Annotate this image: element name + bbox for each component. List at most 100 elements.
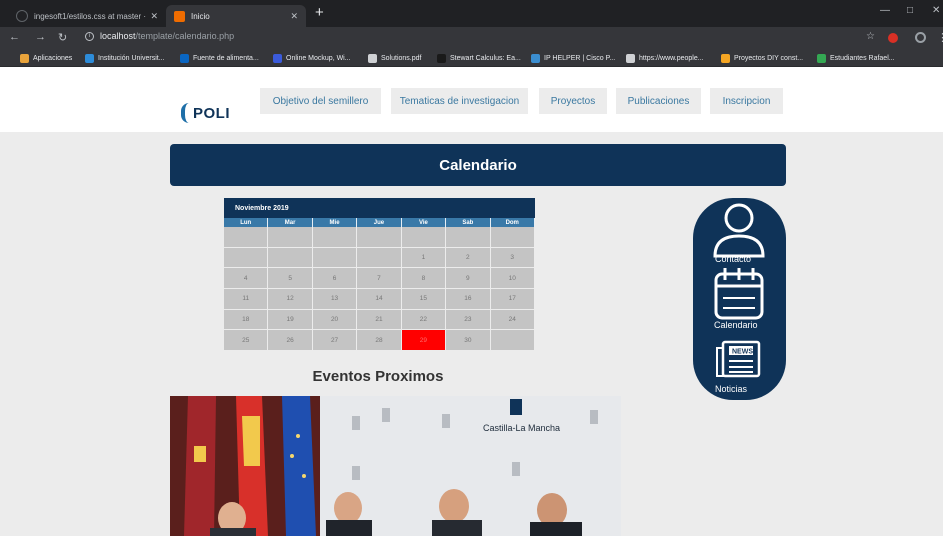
- bookmark-star-icon[interactable]: ☆: [866, 31, 875, 42]
- calendar-day-cell[interactable]: 4: [224, 268, 269, 290]
- nav-label: Objetivo del semillero: [272, 95, 369, 107]
- tab-title: ingesoft1/estilos.css at master ·: [34, 11, 147, 21]
- forward-arrow-icon[interactable]: →: [35, 31, 46, 43]
- bookmark-label: https://www.people...: [639, 54, 704, 62]
- nav-label: Tematicas de investigacion: [399, 95, 520, 107]
- events-section-title: Eventos Proximos: [312, 368, 444, 385]
- bookmark-label: Solutions.pdf: [381, 54, 422, 62]
- calendar-day-cell[interactable]: 10: [490, 268, 535, 290]
- calendar-day-cell[interactable]: 28: [357, 330, 402, 352]
- maximize-icon[interactable]: □: [907, 5, 913, 16]
- bookmark-item[interactable]: Online Mockup, Wi...: [273, 52, 351, 64]
- bookmark-label: Estudiantes Rafael...: [830, 54, 895, 62]
- mockup-icon: [273, 53, 282, 63]
- new-tab-plus-icon[interactable]: +: [315, 4, 324, 21]
- bookmark-item[interactable]: Estudiantes Rafael...: [817, 52, 895, 64]
- profile-avatar-icon[interactable]: [915, 32, 926, 43]
- bookmark-item[interactable]: https://www.people...: [626, 52, 704, 64]
- calendar-weekday: Mar: [268, 218, 313, 227]
- bookmark-item[interactable]: Stewart Calculus: Ea...: [437, 52, 521, 64]
- site-info-icon[interactable]: i: [85, 31, 94, 41]
- calendar-day-cell[interactable]: 9: [446, 268, 491, 290]
- close-icon[interactable]: ✕: [150, 11, 158, 22]
- calendar-day-cell[interactable]: 15: [401, 289, 447, 310]
- menu-kebab-icon[interactable]: ⋮: [937, 31, 943, 44]
- calendar-empty-cell: [268, 227, 313, 248]
- calendar-day-cell[interactable]: 14: [357, 289, 402, 310]
- scribd-icon: [437, 53, 446, 63]
- side-label-contacto: Contacto: [715, 254, 752, 264]
- calendar-day-cell[interactable]: 3: [490, 247, 535, 269]
- globe-icon: [85, 53, 94, 63]
- browser-tab-inicio[interactable]: Inicio ✕: [166, 5, 306, 27]
- extension-icon[interactable]: [888, 33, 898, 43]
- calendar-empty-cell: [312, 227, 358, 248]
- drive-icon: [817, 53, 826, 63]
- event-photo-illustration: Castilla-La Mancha: [170, 396, 621, 536]
- calendar-day-cell[interactable]: 16: [446, 289, 491, 310]
- bookmark-item[interactable]: Institución Universit...: [85, 52, 165, 64]
- window-close-icon[interactable]: ✕: [932, 5, 940, 16]
- calendar-weekday: Jue: [357, 218, 402, 227]
- calendar-day-cell[interactable]: 5: [268, 268, 313, 290]
- calendar-day-cell[interactable]: 27: [312, 330, 358, 352]
- poli-logo[interactable]: POLI: [181, 103, 230, 123]
- calendar-day-highlighted[interactable]: 29: [401, 330, 447, 352]
- calendar-day-cell[interactable]: 26: [268, 330, 313, 352]
- side-menu-contacto[interactable]: Contacto: [693, 198, 786, 268]
- close-icon[interactable]: ✕: [290, 11, 298, 22]
- nav-proyectos[interactable]: Proyectos: [539, 88, 607, 114]
- bookmark-item[interactable]: Solutions.pdf: [368, 52, 421, 64]
- calendar-day-cell[interactable]: 18: [224, 309, 269, 331]
- url-path: /template/calendario.php: [135, 31, 235, 41]
- calendar-day-cell[interactable]: 17: [490, 289, 535, 310]
- side-menu-calendario[interactable]: Calendario: [693, 264, 786, 332]
- back-arrow-icon[interactable]: ←: [9, 31, 20, 43]
- browser-tab-github[interactable]: ingesoft1/estilos.css at master · ✕: [8, 5, 166, 27]
- calendar-empty-cell: [312, 247, 358, 269]
- side-menu-noticias[interactable]: NEWS Noticias: [693, 338, 786, 400]
- calendar-day-cell[interactable]: 12: [268, 289, 313, 310]
- user-icon: [713, 203, 765, 258]
- bookmark-item[interactable]: Proyectos DIY const...: [721, 52, 803, 64]
- minimize-icon[interactable]: —: [880, 5, 890, 16]
- reload-icon[interactable]: ↻: [58, 31, 67, 44]
- calendar-day-cell[interactable]: 1: [401, 247, 447, 269]
- calendar-weekday: Lun: [224, 218, 269, 227]
- calendar-day-cell[interactable]: 30: [446, 330, 491, 352]
- calendar-empty-cell: [490, 227, 535, 248]
- bookmark-item[interactable]: IP HELPER | Cisco P...: [531, 52, 615, 64]
- calendar-day-cell[interactable]: 20: [312, 309, 358, 331]
- calendar-empty-cell: [224, 227, 269, 248]
- logo-text: POLI: [193, 104, 231, 122]
- calendar-day-cell[interactable]: 11: [224, 289, 269, 310]
- news-icon-text: NEWS: [732, 349, 753, 356]
- nav-objetivo[interactable]: Objetivo del semillero: [260, 88, 381, 114]
- event-photo[interactable]: Castilla-La Mancha: [170, 396, 621, 536]
- address-bar[interactable]: i localhost/template/calendario.php: [85, 31, 234, 41]
- calendar-empty-cell: [446, 227, 491, 248]
- calendar-day-cell[interactable]: 13: [312, 289, 358, 310]
- calendar-day-cell[interactable]: 2: [446, 247, 491, 269]
- calendar-day-cell[interactable]: 19: [268, 309, 313, 331]
- calendar-day-cell[interactable]: 8: [401, 268, 447, 290]
- browser-toolbar: ← → ↻ i localhost/template/calendario.ph…: [0, 27, 943, 49]
- calendar-month-label: Noviembre 2019: [235, 204, 289, 212]
- calendar-day-cell[interactable]: 22: [401, 309, 447, 331]
- nav-inscripcion[interactable]: Inscripcion: [710, 88, 783, 114]
- calendar-day-cell[interactable]: 24: [490, 309, 535, 331]
- newspaper-icon: NEWS: [716, 340, 761, 378]
- calendar-empty-cell: [357, 227, 402, 248]
- github-icon: [368, 53, 377, 63]
- calendar-day-cell[interactable]: 6: [312, 268, 358, 290]
- calendar-day-cell[interactable]: 25: [224, 330, 269, 352]
- nav-tematicas[interactable]: Tematicas de investigacion: [391, 88, 528, 114]
- calendar-day-cell[interactable]: 21: [357, 309, 402, 331]
- calendar-day-cell[interactable]: 7: [357, 268, 402, 290]
- bookmark-item[interactable]: Fuente de alimenta...: [180, 52, 259, 64]
- nav-publicaciones[interactable]: Publicaciones: [616, 88, 701, 114]
- calendar-day-cell[interactable]: 23: [446, 309, 491, 331]
- calendar-empty-cell: [268, 247, 313, 269]
- tab-title: Inicio: [191, 11, 210, 21]
- bookmark-item[interactable]: Aplicaciones: [20, 52, 72, 64]
